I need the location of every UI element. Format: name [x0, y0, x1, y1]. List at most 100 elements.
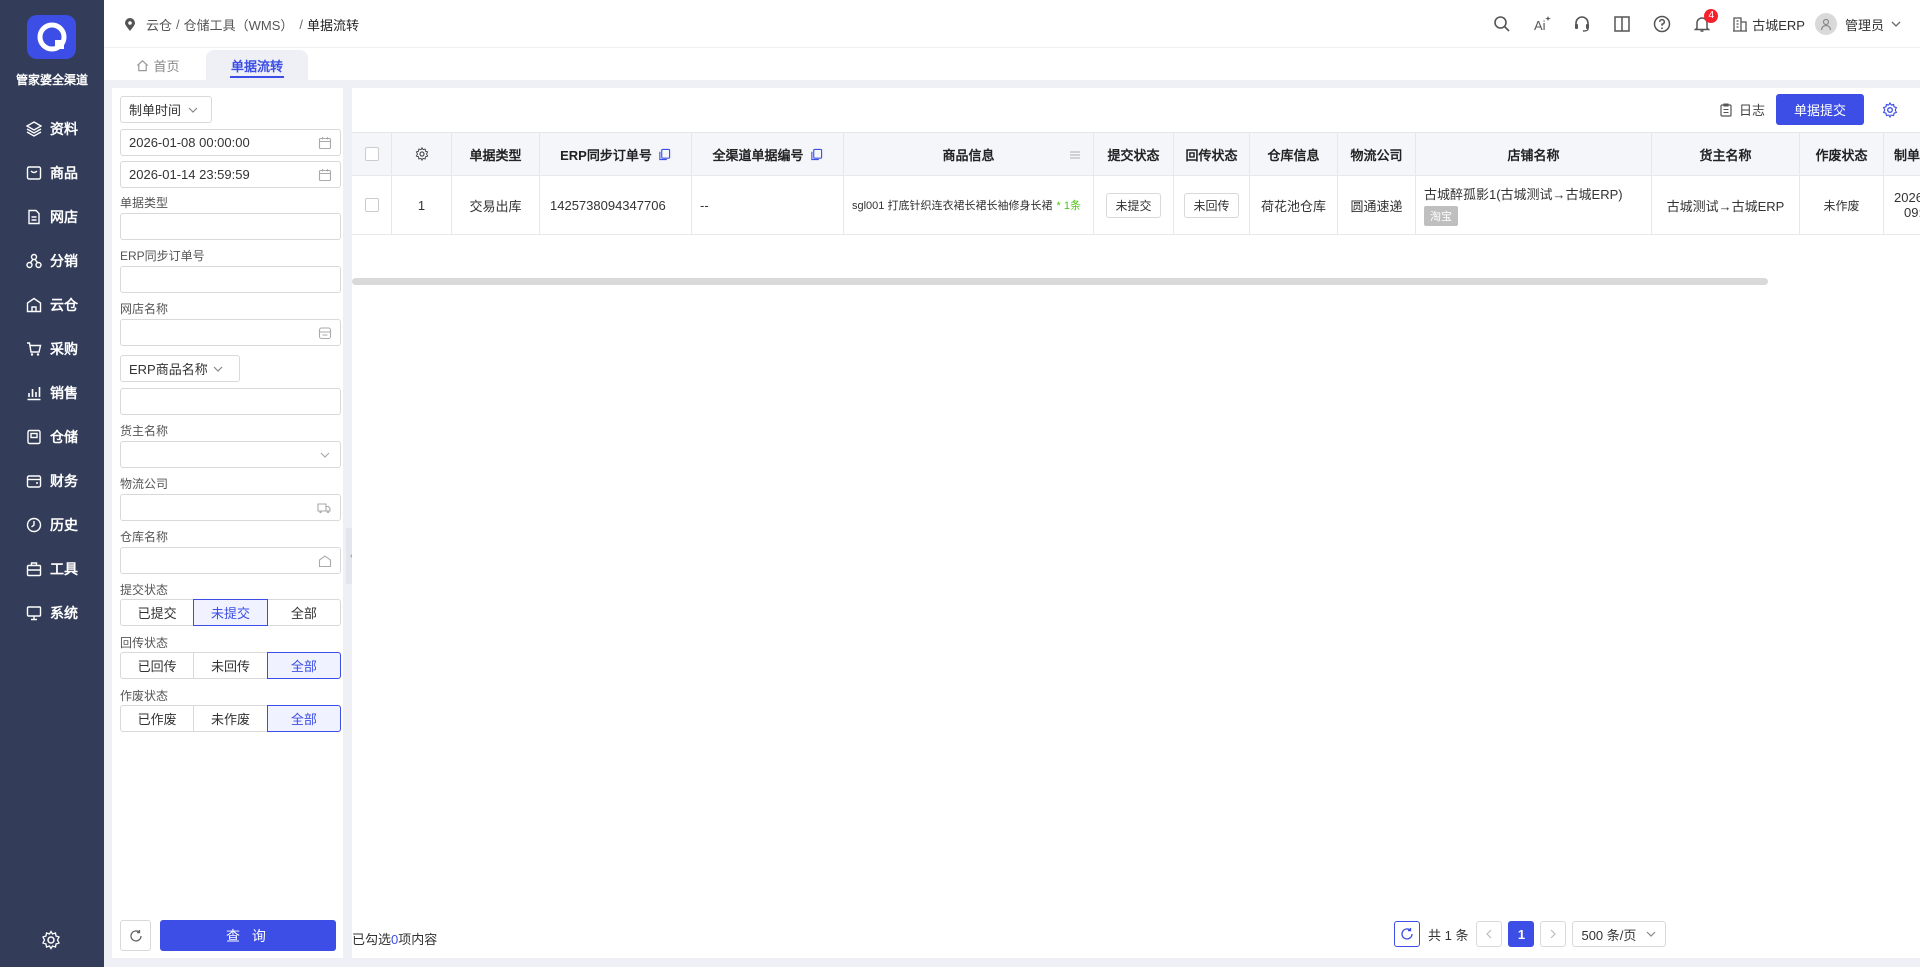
sidebar-item-product[interactable]: 商品	[0, 157, 104, 189]
submit-status-all[interactable]: 全部	[266, 599, 341, 626]
page-number-current[interactable]: 1	[1508, 921, 1535, 947]
column-header[interactable]: 回传状态	[1174, 133, 1250, 175]
log-button[interactable]: 日志	[1719, 100, 1765, 119]
time-type-select[interactable]: 制单时间	[120, 96, 212, 123]
submit-status-submitted[interactable]: 已提交	[120, 599, 195, 626]
column-header[interactable]: 货主名称	[1652, 133, 1800, 175]
column-header-channel-no[interactable]: 全渠道单据编号	[692, 133, 844, 175]
selection-suffix: 项内容	[398, 932, 438, 947]
erp-order-label: ERP同步订单号	[120, 249, 205, 263]
sidebar-item-shop[interactable]: 网店	[0, 201, 104, 233]
breadcrumb-current: 单据流转	[307, 18, 360, 33]
owner-select[interactable]	[120, 441, 341, 468]
chevron-down-icon	[188, 107, 198, 113]
warehouse-icon	[318, 555, 332, 568]
horizontal-scrollbar[interactable]	[352, 278, 1768, 285]
search-icon[interactable]	[1492, 14, 1512, 34]
void-status-voided[interactable]: 已作废	[120, 705, 195, 732]
column-header-erp-order[interactable]: ERP同步订单号	[540, 133, 692, 175]
column-settings-icon[interactable]	[415, 147, 429, 161]
column-header[interactable]: 物流公司	[1338, 133, 1416, 175]
product-name-type-select[interactable]: ERP商品名称	[120, 355, 240, 382]
row-select-cell[interactable]	[352, 176, 392, 234]
notification-bell[interactable]: 4	[1692, 9, 1719, 34]
sidebar-item-purchase[interactable]: 采购	[0, 333, 104, 365]
help-icon[interactable]	[1652, 14, 1672, 34]
home-icon	[137, 59, 149, 71]
submit-status-unsubmitted[interactable]: 未提交	[193, 599, 268, 626]
doc-type-cell: 交易出库	[452, 176, 540, 234]
return-status-cell: 未回传	[1174, 176, 1250, 234]
sidebar-item-distribution[interactable]: 分销	[0, 245, 104, 277]
return-status-returned[interactable]: 已回传	[120, 652, 195, 679]
document-submit-button[interactable]: 单据提交	[1776, 94, 1864, 125]
sidebar-item-finance[interactable]: 财务	[0, 465, 104, 497]
end-time-field[interactable]: 2026-01-14 23:59:59	[120, 161, 341, 188]
prev-page-button[interactable]	[1476, 921, 1503, 947]
company-switcher[interactable]: 古城ERP 管理员	[1732, 13, 1902, 35]
column-header[interactable]: 作废状态	[1800, 133, 1884, 175]
warehouse-label: 仓库名称	[120, 530, 169, 544]
start-time-field[interactable]: 2026-01-08 00:00:00	[120, 129, 341, 156]
warehouse-input[interactable]	[120, 547, 341, 574]
column-header[interactable]: 提交状态	[1094, 133, 1174, 175]
product-name-input[interactable]	[120, 388, 341, 415]
menu-lines-icon[interactable]	[1069, 149, 1081, 161]
sidebar-item-storage[interactable]: 仓储	[0, 421, 104, 453]
support-headset-icon[interactable]	[1572, 14, 1592, 34]
sidebar-item-label: 系统	[50, 605, 78, 621]
user-name[interactable]: 管理员	[1845, 15, 1884, 34]
sidebar-item-data[interactable]: 资料	[0, 113, 104, 145]
return-status-not-returned[interactable]: 未回传	[193, 652, 268, 679]
column-header[interactable]: 店铺名称	[1416, 133, 1652, 175]
column-header-product[interactable]: 商品信息	[844, 133, 1094, 175]
sidebar-item-tools[interactable]: 工具	[0, 553, 104, 585]
void-status-not-voided[interactable]: 未作废	[193, 705, 268, 732]
settings-gear-icon[interactable]	[41, 930, 61, 950]
sidebar-item-system[interactable]: 系统	[0, 597, 104, 629]
avatar[interactable]	[1814, 13, 1837, 35]
void-status-all[interactable]: 全部	[266, 705, 341, 732]
header-column-settings[interactable]	[392, 133, 452, 175]
erp-order-input[interactable]	[120, 266, 341, 293]
row-checkbox[interactable]	[364, 198, 379, 212]
table-row[interactable]: 1 交易出库 1425738094347706 -- sgl001 打底针织连衣…	[352, 176, 1920, 235]
created-time-cell: 2026 09:	[1884, 176, 1920, 234]
selection-prefix: 已勾选	[352, 932, 392, 947]
return-status-all[interactable]: 全部	[266, 652, 341, 679]
book-icon[interactable]	[1612, 14, 1632, 34]
sidebar-item-label: 历史	[50, 517, 78, 533]
column-header[interactable]: 仓库信息	[1250, 133, 1338, 175]
query-button[interactable]: 查 询	[160, 920, 336, 951]
breadcrumb-item[interactable]: 仓储工具（WMS）	[184, 15, 294, 34]
tab-document-flow[interactable]: 单据流转	[206, 50, 308, 80]
settings-gear-icon[interactable]	[1882, 102, 1898, 118]
column-header[interactable]: 制单	[1884, 133, 1920, 175]
copy-icon[interactable]	[658, 148, 671, 161]
sidebar-item-label: 分销	[50, 253, 78, 269]
logistics-input[interactable]	[120, 494, 341, 521]
refresh-button[interactable]	[1394, 921, 1420, 947]
breadcrumb-item[interactable]: 云仓	[146, 15, 172, 34]
owner-cell: 古城测试→古城ERP	[1652, 176, 1800, 234]
page-size-select[interactable]: 500 条/页	[1572, 921, 1667, 947]
sidebar-item-label: 财务	[50, 473, 78, 489]
sidebar-item-history[interactable]: 历史	[0, 509, 104, 541]
warehouse-cell: 荷花池仓库	[1250, 176, 1338, 234]
tab-home[interactable]: 首页	[128, 50, 188, 80]
chevron-down-icon	[213, 366, 223, 372]
next-page-button[interactable]	[1540, 921, 1567, 947]
reset-button[interactable]	[120, 920, 151, 951]
topbar: 云仓 / 仓储工具（WMS） / 单据流转 Ai 4 古城ERP 管理员	[104, 0, 1920, 48]
toolbox-icon	[26, 562, 42, 577]
erp-order-cell: 1425738094347706	[540, 176, 692, 234]
column-header[interactable]: 单据类型	[452, 133, 540, 175]
ai-icon[interactable]: Ai	[1532, 14, 1552, 34]
sidebar-item-cloud-warehouse[interactable]: 云仓	[0, 289, 104, 321]
select-all-checkbox[interactable]	[364, 147, 379, 161]
header-select-all[interactable]	[352, 133, 392, 175]
sidebar-item-sales[interactable]: 销售	[0, 377, 104, 409]
shop-name-input[interactable]	[120, 319, 341, 346]
copy-icon[interactable]	[810, 148, 823, 161]
doc-type-input[interactable]	[120, 213, 341, 240]
